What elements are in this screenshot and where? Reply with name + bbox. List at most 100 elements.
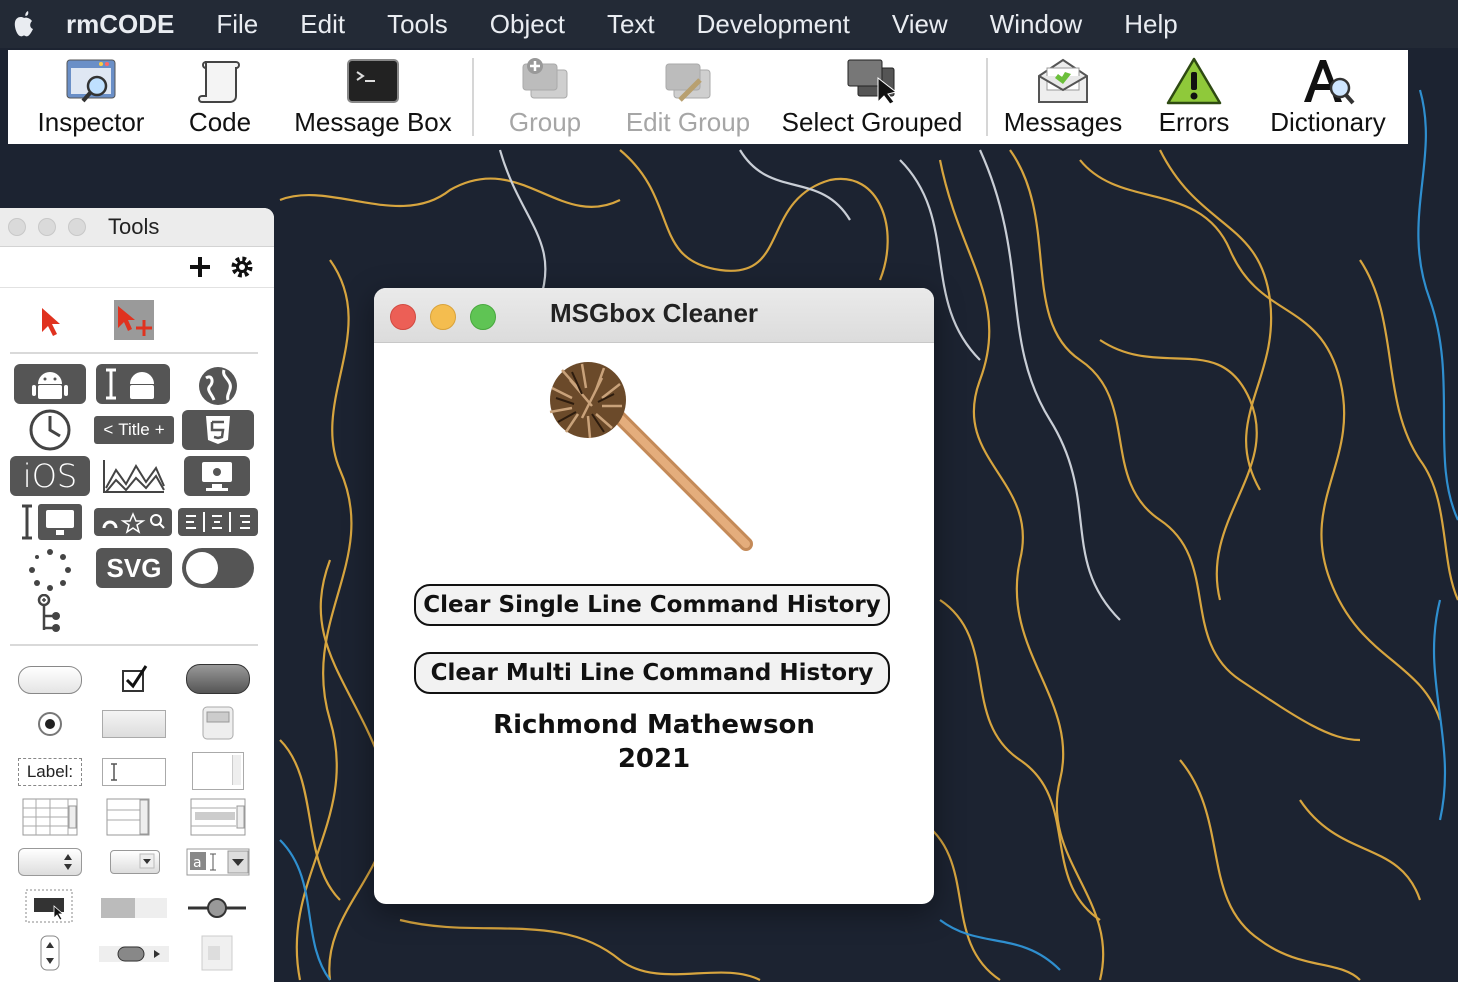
- errors-button[interactable]: Errors: [1154, 50, 1234, 144]
- menu-button-icon[interactable]: [24, 888, 74, 924]
- search-bar-icon: [102, 512, 165, 534]
- scrolling-field-tool[interactable]: [192, 752, 244, 790]
- message-box-button[interactable]: Message Box: [288, 50, 458, 144]
- mac-field-icon[interactable]: [16, 502, 86, 542]
- rectangle-button-tool[interactable]: [102, 710, 166, 738]
- push-button-tool[interactable]: [18, 666, 82, 694]
- messages-button[interactable]: Messages: [1000, 50, 1126, 144]
- chevron-left-icon: <: [103, 420, 114, 439]
- html5-tool[interactable]: [182, 410, 254, 450]
- select-grouped-label: Select Grouped: [781, 107, 963, 137]
- android-icon: [32, 372, 68, 399]
- switch-knob: [186, 552, 218, 584]
- switch-toggle-tool[interactable]: [182, 548, 254, 588]
- dictionary-icon: [1304, 60, 1355, 105]
- table-field-icon[interactable]: [22, 798, 78, 836]
- select-grouped-icon: [847, 59, 898, 105]
- tree-view-icon[interactable]: [36, 594, 66, 634]
- title-bar-tool[interactable]: < Title +: [94, 416, 174, 444]
- edit-group-icon: [665, 63, 711, 102]
- ios-widget-tool[interactable]: iOS: [10, 456, 90, 496]
- checkbox-icon[interactable]: [118, 662, 150, 694]
- dictionary-label: Dictionary: [1270, 107, 1386, 137]
- svg-widget-tool[interactable]: SVG: [96, 548, 172, 588]
- menu-edit[interactable]: Edit: [300, 9, 345, 40]
- android-widget-tool[interactable]: [14, 364, 86, 404]
- svg-label: SVG: [106, 552, 162, 583]
- slider-icon[interactable]: [186, 894, 248, 922]
- progress-bar-icon[interactable]: [100, 896, 168, 920]
- list-field-icon[interactable]: [106, 798, 150, 836]
- android-field-icon: [106, 368, 154, 400]
- tools-actions-row: [0, 247, 274, 288]
- clear-single-line-history-button[interactable]: Clear Single Line Command History: [414, 584, 890, 626]
- updown-arrows-icon: [64, 854, 72, 870]
- data-grid-icon[interactable]: [190, 798, 246, 836]
- window-title: MSGbox Cleaner: [549, 298, 759, 328]
- mac-widget-tool[interactable]: [184, 456, 250, 496]
- menu-tools[interactable]: Tools: [387, 9, 448, 40]
- browse-pointer-icon[interactable]: [38, 306, 64, 338]
- group-icon: [522, 58, 568, 99]
- window-title-bar: MSGbox Cleaner: [374, 288, 934, 343]
- text-entry-field-tool[interactable]: [102, 758, 166, 786]
- menu-window[interactable]: Window: [990, 9, 1082, 40]
- apple-logo-icon[interactable]: [12, 9, 36, 39]
- edit-pointer-tool[interactable]: [114, 300, 154, 340]
- menu-text[interactable]: Text: [607, 9, 655, 40]
- menu-view[interactable]: View: [892, 9, 948, 40]
- code-button[interactable]: Code: [178, 50, 262, 144]
- inspector-button[interactable]: Inspector: [28, 50, 154, 144]
- toolbar-separator: [986, 58, 988, 136]
- popup-menu-tool[interactable]: [110, 850, 160, 874]
- msgbox-cleaner-window: MSGbox Cleaner Clear Single Line Command…: [374, 288, 934, 904]
- gear-icon[interactable]: [230, 255, 254, 279]
- line-chart-icon[interactable]: [100, 456, 168, 496]
- little-arrows-icon[interactable]: [38, 934, 62, 972]
- radio-button-icon[interactable]: [36, 710, 64, 738]
- spinner-icon[interactable]: [28, 548, 72, 592]
- label-field-label: Label:: [26, 762, 74, 781]
- toilet-brush-icon: [549, 362, 753, 551]
- minimize-button[interactable]: [38, 218, 56, 236]
- plus-icon: +: [154, 420, 165, 439]
- label-field-tool[interactable]: Label:: [18, 758, 82, 786]
- year-label: 2021: [617, 744, 691, 774]
- html5-icon: [206, 416, 230, 444]
- menu-object[interactable]: Object: [490, 9, 565, 40]
- toolbar-separator: [472, 58, 474, 136]
- plus-icon[interactable]: [188, 255, 212, 279]
- menu-file[interactable]: File: [216, 9, 258, 40]
- select-grouped-button[interactable]: Select Grouped: [774, 50, 970, 144]
- combo-box-icon[interactable]: a: [186, 846, 250, 878]
- option-menu-tool[interactable]: [18, 848, 82, 876]
- edit-group-button[interactable]: Edit Group: [618, 50, 758, 144]
- terminal-icon: [347, 59, 399, 103]
- menu-app-name[interactable]: rmCODE: [66, 9, 174, 40]
- clock-icon[interactable]: [28, 408, 72, 452]
- bevel-button-icon[interactable]: [200, 704, 236, 742]
- segmented-control-tool[interactable]: [178, 508, 258, 536]
- envelope-icon: [1038, 58, 1088, 103]
- zoom-button[interactable]: [68, 218, 86, 236]
- clear-multi-line-history-button[interactable]: Clear Multi Line Command History: [414, 652, 890, 694]
- image-placeholder-icon[interactable]: [200, 934, 234, 972]
- ios-label: iOS: [22, 457, 78, 495]
- globe-icon[interactable]: [196, 364, 240, 408]
- close-button[interactable]: [8, 218, 26, 236]
- search-bar-tool[interactable]: [94, 508, 172, 536]
- tools-title-bar: Tools: [0, 208, 274, 247]
- default-button-tool[interactable]: [186, 664, 250, 694]
- group-button[interactable]: Group: [498, 50, 592, 144]
- menu-help[interactable]: Help: [1124, 9, 1177, 40]
- title-bar-label: Title: [118, 420, 150, 439]
- scroll-icon: [198, 61, 240, 103]
- menu-development[interactable]: Development: [697, 9, 850, 40]
- dictionary-button[interactable]: Dictionary: [1262, 50, 1394, 144]
- scrollbar-icon[interactable]: [98, 942, 170, 966]
- message-box-label: Message Box: [294, 107, 452, 137]
- android-field-tool[interactable]: [96, 364, 170, 404]
- warning-icon: [1166, 57, 1222, 105]
- monitor-icon: [202, 462, 232, 491]
- svg-text:a: a: [193, 855, 202, 871]
